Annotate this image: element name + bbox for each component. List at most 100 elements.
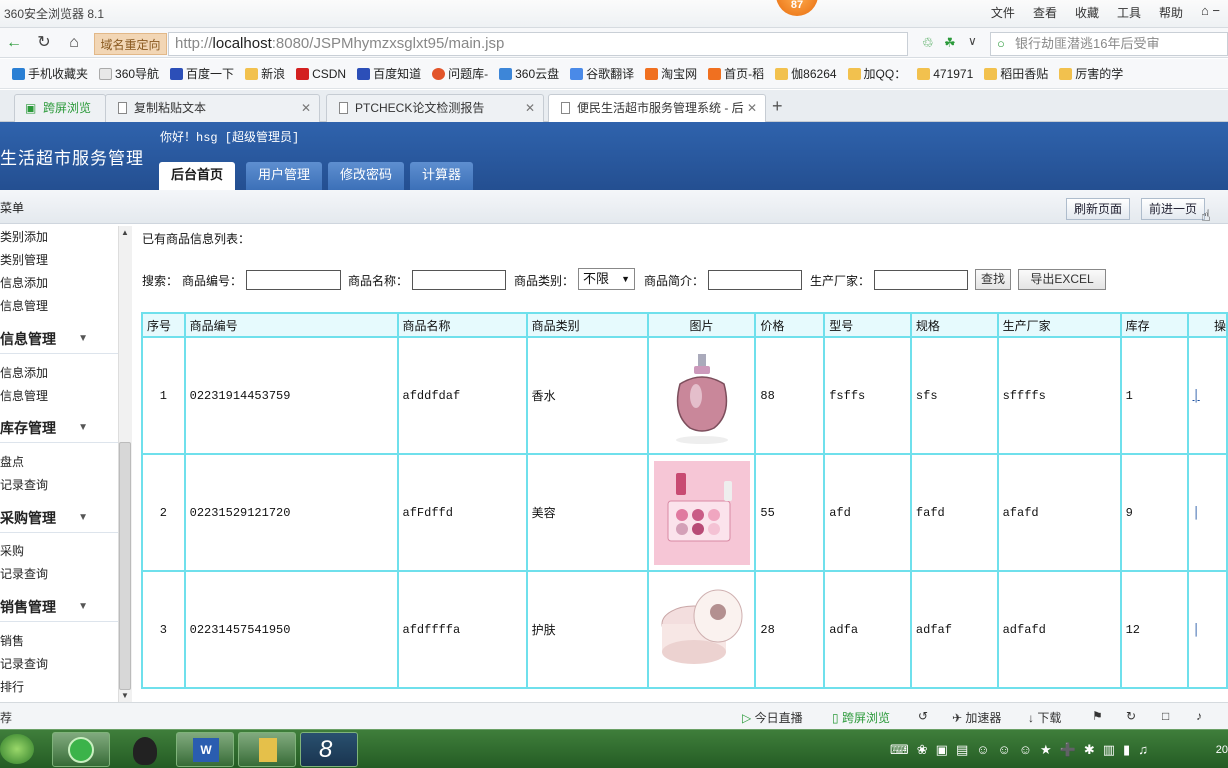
scrollbar-thumb[interactable] bbox=[119, 442, 131, 690]
bookmark-item[interactable]: 问题库- bbox=[432, 65, 488, 82]
scroll-up-icon[interactable]: ▲ bbox=[121, 228, 129, 237]
bookmark-item[interactable]: 新浪 bbox=[245, 65, 285, 82]
sidebar-item-category-manage[interactable]: 类别管理 bbox=[0, 251, 48, 268]
sidebar-item-sales[interactable]: 销售 bbox=[0, 632, 24, 649]
word-taskbar-icon[interactable]: W bbox=[176, 732, 234, 767]
tab-user-management[interactable]: 用户管理 bbox=[246, 162, 323, 190]
export-excel-button[interactable]: 导出EXCEL bbox=[1018, 269, 1106, 290]
search-input[interactable]: ○ 银行劫匪潜逃16年后受审 bbox=[990, 32, 1228, 56]
new-tab-button[interactable]: + bbox=[772, 96, 783, 117]
product-intro-input[interactable] bbox=[708, 270, 802, 290]
cell-category: 香水 bbox=[525, 336, 649, 455]
product-code-input[interactable] bbox=[246, 270, 341, 290]
eclipse-taskbar-icon[interactable]: 8 bbox=[300, 732, 358, 767]
cell-actions[interactable]: │ bbox=[1186, 453, 1228, 572]
close-tab-icon[interactable]: ✕ bbox=[747, 95, 757, 121]
home-icon[interactable]: ⌂ bbox=[64, 33, 84, 53]
sidebar-item-stock-records[interactable]: 记录查询 bbox=[0, 476, 48, 493]
flag-icon[interactable]: ⚑ bbox=[1092, 709, 1103, 723]
sidebar-item-purchase[interactable]: 采购 bbox=[0, 542, 24, 559]
url-input[interactable]: http://localhost:8080/JSPMhymzxsglxt95/m… bbox=[168, 32, 908, 56]
system-tray-icons[interactable]: ⌨❀▣▤☺☺☺★➕✱▥▮♫ bbox=[890, 742, 1156, 758]
tools-taskbar-icon[interactable] bbox=[238, 732, 296, 767]
sidebar-item-stocktake[interactable]: 盘点 bbox=[0, 453, 24, 470]
start-button[interactable] bbox=[0, 734, 34, 764]
category-select[interactable]: 不限 ▼ bbox=[578, 268, 635, 290]
menu-favorites[interactable]: 收藏 bbox=[1066, 4, 1108, 21]
edit-link-icon[interactable]: │ bbox=[1193, 389, 1200, 403]
edit-link-icon[interactable]: │ bbox=[1193, 506, 1200, 520]
bookmark-item[interactable]: 首页-稻 bbox=[708, 65, 764, 82]
refresh-circle-icon[interactable]: ↻ bbox=[1126, 709, 1136, 723]
sidebar-item-info-add[interactable]: 信息添加 bbox=[0, 274, 48, 291]
maker-input[interactable] bbox=[874, 270, 968, 290]
menu-tools[interactable]: 工具 bbox=[1108, 4, 1150, 21]
cell-actions[interactable]: │ bbox=[1186, 570, 1228, 689]
bookmark-item[interactable]: 471971 bbox=[917, 67, 973, 81]
table-row: 2 02231529121720 afFdffd 美容 55 afd fafd … bbox=[141, 453, 1228, 572]
sound-icon[interactable]: ♪ bbox=[1196, 709, 1202, 723]
download-button[interactable]: ↓ 下载 bbox=[1028, 709, 1061, 726]
bookmark-item[interactable]: 淘宝网 bbox=[645, 65, 697, 82]
edit-link-icon[interactable]: │ bbox=[1193, 623, 1200, 637]
bookmark-item[interactable]: CSDN bbox=[296, 67, 346, 81]
bookmark-item[interactable]: 手机收藏夹 bbox=[12, 65, 88, 82]
cross-screen-button[interactable]: ▯ 跨屏浏览 bbox=[832, 709, 890, 726]
browser-taskbar-icon[interactable] bbox=[52, 732, 110, 767]
live-button[interactable]: ▷ 今日直播 bbox=[742, 709, 803, 726]
bookmark-item[interactable]: 360导航 bbox=[99, 65, 159, 82]
sidebar-section-sales[interactable]: 销售管理 ▼ bbox=[0, 597, 118, 622]
tab-calculator[interactable]: 计算器 bbox=[410, 162, 474, 190]
cell-maker: afafd bbox=[996, 453, 1122, 572]
qq-taskbar-icon[interactable] bbox=[115, 732, 173, 767]
cell-maker: adfafd bbox=[996, 570, 1122, 689]
menu-file[interactable]: 文件 bbox=[982, 4, 1024, 21]
bookmark-item[interactable]: 加QQ： bbox=[847, 65, 906, 82]
sidebar-item-category-add[interactable]: 类别添加 bbox=[0, 228, 48, 245]
security-shield-icon[interactable]: ♲ bbox=[922, 35, 934, 51]
compat-mode-icon[interactable]: ☘ bbox=[944, 35, 956, 51]
sidebar-item-purchase-records[interactable]: 记录查询 bbox=[0, 565, 48, 582]
tab-cross-screen[interactable]: ▣ 跨屏浏览 bbox=[14, 94, 106, 122]
sidebar-item-ranking[interactable]: 排行 bbox=[0, 678, 24, 695]
sidebar-section-purchase[interactable]: 采购管理 ▼ bbox=[0, 508, 118, 533]
window-controls-icon[interactable]: ⌂ − bbox=[1201, 3, 1220, 18]
refresh-page-button[interactable]: 刷新页面 bbox=[1066, 198, 1131, 220]
back-icon[interactable]: ← bbox=[4, 33, 24, 53]
tab-change-password[interactable]: 修改密码 bbox=[328, 162, 405, 190]
domain-redirect-button[interactable]: 域名重定向 bbox=[94, 33, 167, 55]
bookmark-item[interactable]: 伽86264 bbox=[775, 65, 837, 82]
scroll-down-icon[interactable]: ▼ bbox=[121, 691, 129, 700]
notification-badge[interactable]: 87 bbox=[776, 0, 818, 16]
bookmark-item[interactable]: 百度一下 bbox=[170, 65, 234, 82]
bookmark-item[interactable]: 厉害的学 bbox=[1059, 65, 1123, 82]
sidebar-section-stock[interactable]: 库存管理 ▼ bbox=[0, 418, 118, 443]
refresh-icon[interactable]: ↻ bbox=[34, 33, 54, 53]
forward-page-button[interactable]: 前进一页 bbox=[1141, 198, 1206, 220]
sidebar-item-info-manage-2[interactable]: 信息管理 bbox=[0, 387, 48, 404]
sidebar-section-info[interactable]: 信息管理 ▼ bbox=[0, 329, 118, 354]
bookmark-item[interactable]: 360云盘 bbox=[499, 65, 559, 82]
tab-ptcheck[interactable]: PTCHECK论文检测报告 ✕ bbox=[326, 94, 544, 122]
menu-help[interactable]: 帮助 bbox=[1150, 4, 1192, 21]
chevron-down-icon[interactable]: ∨ bbox=[968, 34, 977, 48]
category-label: 商品类别： bbox=[514, 274, 575, 288]
bookmark-item[interactable]: 谷歌翻译 bbox=[570, 65, 634, 82]
bookmark-item[interactable]: 稻田香贴 bbox=[984, 65, 1048, 82]
sidebar-item-info-manage[interactable]: 信息管理 bbox=[0, 297, 48, 314]
accelerator-button[interactable]: ✈ 加速器 bbox=[952, 709, 1001, 726]
menu-view[interactable]: 查看 bbox=[1024, 4, 1066, 21]
speed-icon[interactable]: ↺ bbox=[918, 709, 928, 723]
sidebar-item-sales-records[interactable]: 记录查询 bbox=[0, 655, 48, 672]
bookmark-item[interactable]: 百度知道 bbox=[357, 65, 421, 82]
window-icon[interactable]: □ bbox=[1162, 709, 1169, 723]
product-name-input[interactable] bbox=[412, 270, 506, 290]
cell-actions[interactable]: │ bbox=[1186, 336, 1228, 455]
tab-admin-home[interactable]: 后台首页 bbox=[159, 162, 236, 190]
find-button[interactable]: 查找 bbox=[975, 269, 1011, 290]
sidebar-item-info-add-2[interactable]: 信息添加 bbox=[0, 364, 48, 381]
close-tab-icon[interactable]: ✕ bbox=[301, 95, 311, 121]
tab-copy-paste[interactable]: 复制粘贴文本 ✕ bbox=[105, 94, 320, 122]
close-tab-icon[interactable]: ✕ bbox=[525, 95, 535, 121]
tab-supermarket-system[interactable]: 便民生活超市服务管理系统 - 后 ✕ bbox=[548, 94, 766, 123]
